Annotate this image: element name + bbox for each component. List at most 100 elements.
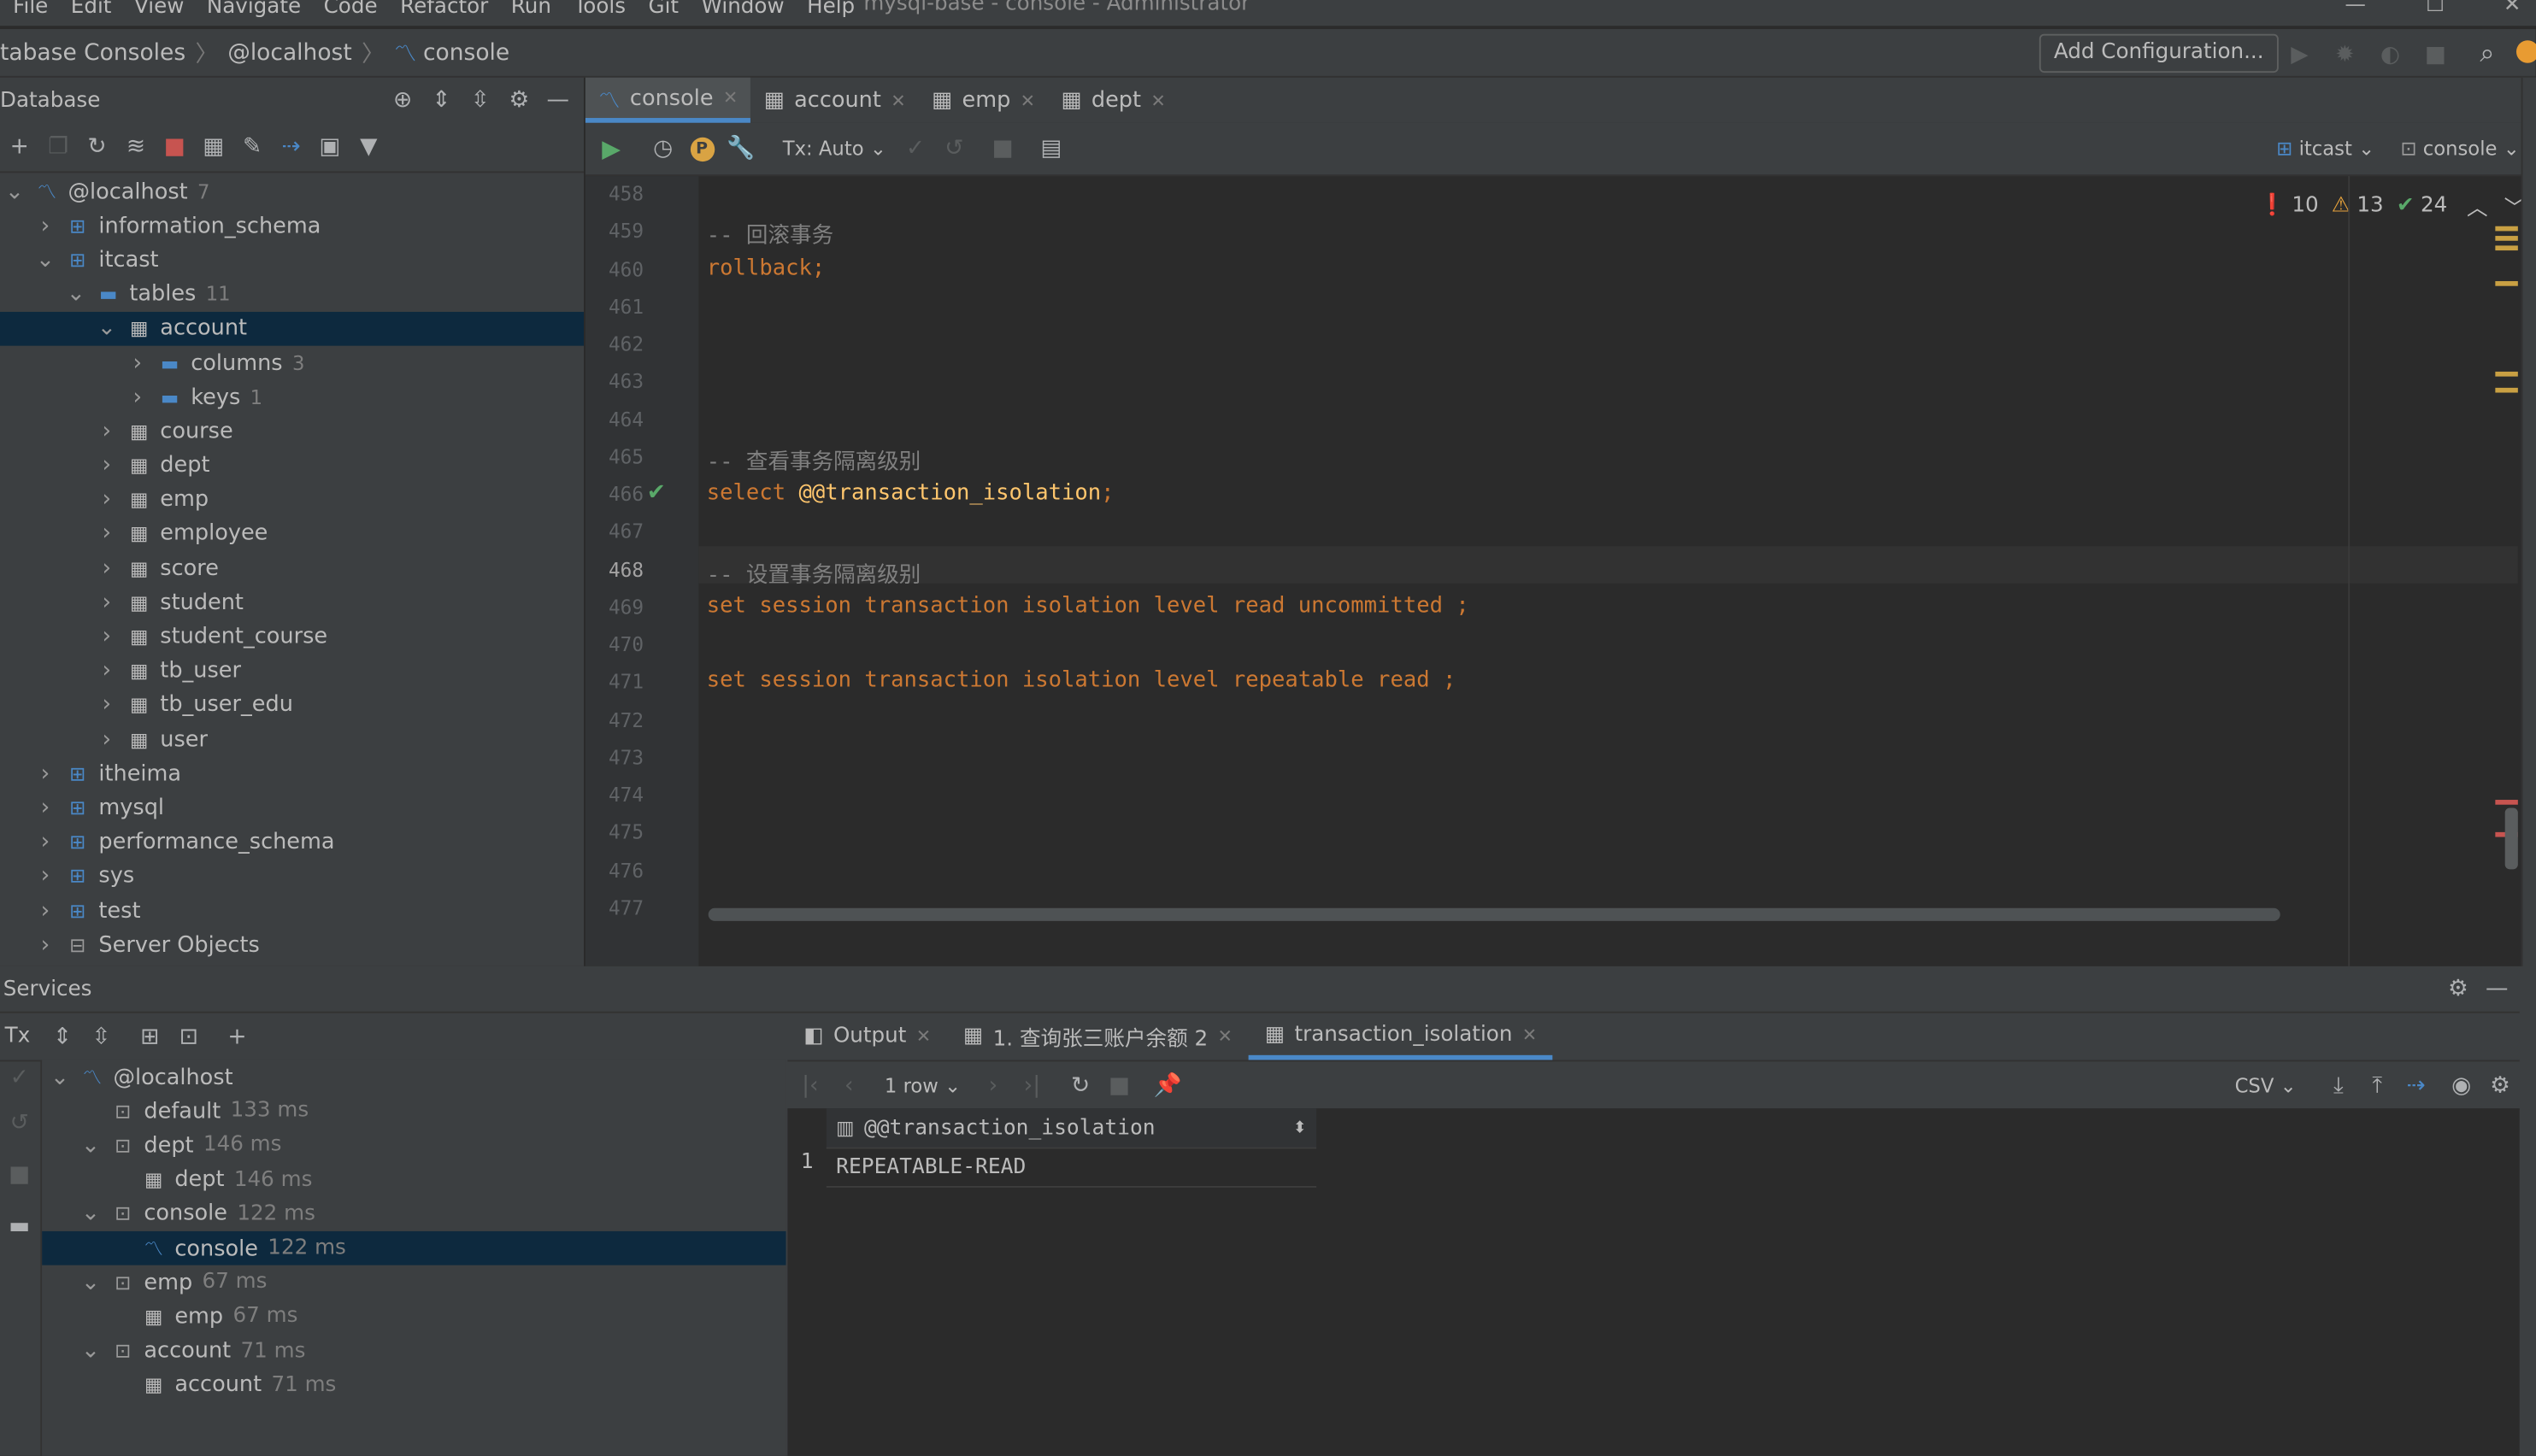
chevron-right-icon[interactable]: › bbox=[34, 795, 56, 820]
menu-refactor[interactable]: Refactor bbox=[400, 0, 488, 18]
schema-sync-icon[interactable]: ≋ bbox=[116, 129, 155, 165]
code-line[interactable]: -- 查看事务隔离级别 bbox=[707, 443, 921, 474]
tree-item-itcast[interactable]: ⌄ ⊞ itcast bbox=[0, 243, 584, 277]
tree-item-test[interactable]: › ⊞ test bbox=[0, 894, 584, 928]
menu-git[interactable]: Git bbox=[649, 0, 680, 18]
collapse-all-icon[interactable]: ⇳ bbox=[461, 82, 499, 118]
locate-icon[interactable]: ⊕ bbox=[383, 82, 421, 118]
add-service-icon[interactable]: + bbox=[218, 1019, 256, 1054]
export-format-selector[interactable]: CSV ⌄ bbox=[2235, 1074, 2297, 1096]
close-tab-icon[interactable]: ✕ bbox=[1021, 90, 1035, 111]
breadcrumb-item-consoles[interactable]: tabase Consoles bbox=[0, 40, 185, 66]
search-icon[interactable]: ⌕ bbox=[2468, 36, 2506, 72]
tab-dept[interactable]: ▦ dept ✕ bbox=[1048, 78, 1179, 123]
code-line[interactable]: set session transaction isolation level … bbox=[707, 593, 1469, 619]
tree-item--localhost[interactable]: ⌄ 〽 @localhost 7 bbox=[0, 174, 584, 208]
refresh-icon[interactable]: ↻ bbox=[78, 129, 116, 165]
menu-edit[interactable]: Edit bbox=[71, 0, 112, 18]
stop-icon[interactable]: ■ bbox=[0, 1157, 38, 1193]
download-icon[interactable]: ⤓ bbox=[2319, 1067, 2357, 1103]
chevron-right-icon[interactable]: › bbox=[96, 487, 118, 513]
chevron-down-icon[interactable]: ⌄ bbox=[3, 179, 26, 204]
menu-help[interactable]: Help bbox=[807, 0, 855, 18]
chevron-right-icon[interactable]: › bbox=[34, 829, 56, 854]
chevron-right-icon[interactable]: › bbox=[96, 555, 118, 581]
new-group-icon[interactable]: ⊡ bbox=[169, 1019, 208, 1054]
horizontal-scrollbar[interactable] bbox=[708, 907, 2280, 921]
warning-marker[interactable] bbox=[2495, 245, 2518, 251]
gear-icon[interactable]: ⚙ bbox=[500, 82, 538, 118]
copy-icon[interactable]: ❐ bbox=[38, 129, 77, 165]
tree-item-course[interactable]: › ▦ course bbox=[0, 414, 584, 449]
filter-icon[interactable]: ▼ bbox=[350, 129, 388, 165]
chevron-right-icon[interactable]: › bbox=[34, 932, 56, 958]
tab-emp[interactable]: ▦ emp ✕ bbox=[919, 78, 1048, 123]
warning-marker[interactable] bbox=[2495, 371, 2518, 377]
chevron-right-icon[interactable]: › bbox=[96, 658, 118, 684]
jump-to-console-icon[interactable]: ⇢ bbox=[272, 129, 310, 165]
stop-icon[interactable]: ■ bbox=[983, 131, 1021, 167]
rows-selector[interactable]: 1 row ⌄ bbox=[885, 1074, 961, 1096]
maximize-icon[interactable]: ☐ bbox=[2426, 0, 2445, 18]
chevron-down-icon[interactable]: ⌄ bbox=[79, 1338, 102, 1364]
tree-item-performance-schema[interactable]: › ⊞ performance_schema bbox=[0, 825, 584, 859]
service-item-console[interactable]: ⌄ ⊡ console 122 ms bbox=[42, 1197, 786, 1231]
service-item-dept[interactable]: ⌄ ⊡ dept 146 ms bbox=[42, 1129, 786, 1163]
wrench-icon[interactable]: 🔧 bbox=[721, 131, 760, 167]
result-cell[interactable]: REPEATABLE-READ bbox=[826, 1149, 1317, 1188]
rollback-icon[interactable]: ↺ bbox=[935, 131, 974, 167]
chevron-right-icon[interactable]: › bbox=[96, 453, 118, 478]
tree-item-tb-user[interactable]: › ▦ tb_user bbox=[0, 654, 584, 688]
prev-page-icon[interactable]: ‹ bbox=[830, 1067, 868, 1103]
chevron-right-icon[interactable]: › bbox=[127, 385, 149, 410]
chevron-down-icon[interactable]: ⌄ bbox=[49, 1064, 71, 1089]
tree-item-keys[interactable]: › ▬ keys 1 bbox=[0, 380, 584, 414]
chevron-right-icon[interactable]: › bbox=[96, 590, 118, 615]
stop-icon[interactable]: ■ bbox=[2416, 37, 2455, 73]
eye-icon[interactable]: ◉ bbox=[2442, 1067, 2480, 1103]
service-item-emp[interactable]: ⌄ ⊡ emp 67 ms bbox=[42, 1265, 786, 1300]
error-marker[interactable] bbox=[2495, 800, 2518, 805]
chevron-right-icon[interactable]: › bbox=[96, 726, 118, 752]
tab-console[interactable]: 〽 console ✕ bbox=[585, 77, 751, 123]
code-line[interactable]: -- 回滚事务 bbox=[707, 217, 833, 249]
result-tab-query[interactable]: ▦ 1. 查询张三账户余额 2 ✕ bbox=[947, 1014, 1249, 1060]
tree-item-score[interactable]: › ▦ score bbox=[0, 551, 584, 585]
add-icon[interactable]: + bbox=[0, 129, 38, 165]
vertical-scrollbar[interactable] bbox=[2504, 807, 2518, 870]
close-tab-icon[interactable]: ✕ bbox=[1150, 90, 1165, 111]
code-line[interactable]: set session transaction isolation level … bbox=[707, 667, 1456, 693]
expand-all-icon[interactable]: ⇕ bbox=[422, 82, 461, 118]
tree-item-itheima[interactable]: › ⊞ itheima bbox=[0, 756, 584, 790]
breadcrumb-item-console[interactable]: console bbox=[423, 40, 509, 66]
add-configuration-button[interactable]: Add Configuration... bbox=[2039, 33, 2279, 73]
service-item--localhost[interactable]: ⌄ 〽 @localhost bbox=[42, 1060, 786, 1094]
menu-run[interactable]: Run bbox=[511, 0, 551, 18]
collapse-all-icon[interactable]: ⇳ bbox=[82, 1019, 121, 1054]
edit-icon[interactable]: ✎ bbox=[232, 129, 271, 165]
tree-item-columns[interactable]: › ▬ columns 3 bbox=[0, 346, 584, 380]
chevron-right-icon[interactable]: › bbox=[96, 521, 118, 547]
warning-marker[interactable] bbox=[2495, 387, 2518, 393]
code-line[interactable]: rollback; bbox=[707, 255, 825, 280]
chevron-right-icon[interactable]: › bbox=[34, 760, 56, 786]
stop-icon[interactable]: ■ bbox=[1100, 1067, 1139, 1103]
menu-view[interactable]: View bbox=[134, 0, 184, 18]
chevron-right-icon[interactable]: › bbox=[34, 863, 56, 889]
last-page-icon[interactable]: ›| bbox=[1013, 1067, 1051, 1103]
chevron-down-icon[interactable]: ⌄ bbox=[79, 1270, 102, 1295]
tree-item-account[interactable]: ⌄ ▦ account bbox=[0, 311, 585, 346]
hide-panel-icon[interactable]: — bbox=[2478, 971, 2516, 1007]
warning-marker[interactable] bbox=[2495, 281, 2518, 286]
tree-item-user[interactable]: › ▦ user bbox=[0, 722, 584, 756]
service-item-dept[interactable]: ▦ dept 146 ms bbox=[42, 1163, 786, 1197]
service-item-console[interactable]: 〽 console 122 ms bbox=[42, 1230, 786, 1265]
chevron-right-icon[interactable]: › bbox=[96, 692, 118, 718]
chevron-right-icon[interactable]: › bbox=[34, 898, 56, 924]
schema-selector[interactable]: ⊞ itcast ⌄ bbox=[2276, 138, 2374, 160]
tree-item-information-schema[interactable]: › ⊞ information_schema bbox=[0, 208, 584, 243]
tree-item-tables[interactable]: ⌄ ▬ tables 11 bbox=[0, 277, 584, 311]
chevron-down-icon[interactable]: ⌄ bbox=[65, 281, 87, 307]
output-icon[interactable]: ▤ bbox=[1032, 131, 1070, 167]
menu-code[interactable]: Code bbox=[324, 0, 378, 18]
